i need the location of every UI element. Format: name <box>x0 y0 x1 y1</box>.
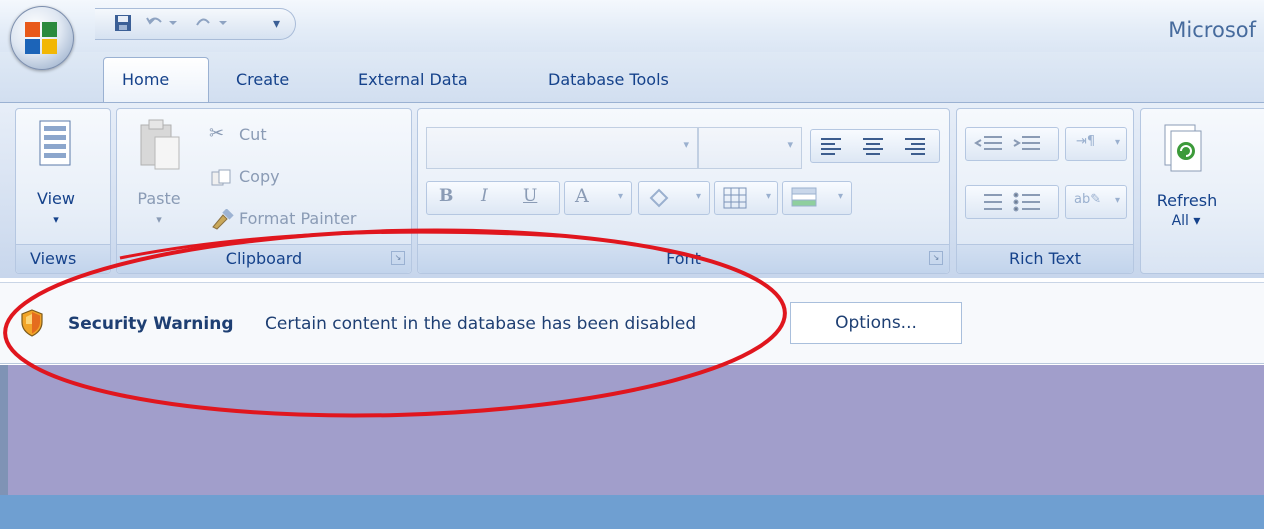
view-icon <box>39 120 71 166</box>
quick-access-toolbar: ▾ <box>95 8 296 40</box>
group-views: View ▾ Views <box>15 108 111 274</box>
refresh-all-dropdown[interactable]: All ▾ <box>1161 213 1211 229</box>
copy-label: Copy <box>239 167 280 186</box>
paste-dropdown-arrow[interactable]: ▾ <box>151 213 167 226</box>
paintbrush-icon <box>212 209 234 230</box>
paint-bucket-icon <box>649 188 669 208</box>
paste-icon <box>140 119 180 170</box>
security-shield-icon <box>21 309 43 337</box>
underline-button[interactable]: U <box>523 186 537 206</box>
security-warning-message: Certain content in the database has been… <box>265 314 697 334</box>
copy-icon <box>211 169 231 186</box>
group-clipboard: Paste ▾ ✂ Cut Copy Format Painter Clipbo… <box>116 108 412 274</box>
tab-create[interactable]: Create <box>236 70 289 89</box>
scissors-icon: ✂ <box>209 123 225 144</box>
paragraph-direction-icon: ⇥¶ <box>1076 134 1096 149</box>
align-right-icon[interactable] <box>905 138 925 155</box>
cut-label: Cut <box>239 125 267 144</box>
bold-button[interactable]: B <box>439 186 453 206</box>
font-name-combobox[interactable]: ▾ <box>426 127 698 169</box>
options-button[interactable]: Options... <box>790 302 962 344</box>
indent-button-group <box>965 127 1059 161</box>
gridlines-button[interactable]: ▾ <box>714 181 778 215</box>
format-painter-button[interactable]: Format Painter <box>209 207 403 231</box>
highlight-dropdown-icon[interactable]: ▾ <box>1115 195 1120 206</box>
highlighter-icon: ab✎ <box>1074 192 1102 207</box>
paste-button[interactable]: Paste <box>135 189 183 208</box>
alternate-fill-dropdown-icon[interactable]: ▾ <box>838 191 843 202</box>
align-center-icon[interactable] <box>863 138 883 155</box>
office-button[interactable] <box>10 6 74 70</box>
font-size-dropdown-icon[interactable]: ▾ <box>787 138 793 151</box>
alignment-button-group <box>810 129 940 163</box>
database-workspace <box>8 365 1264 495</box>
list-button-group <box>965 185 1059 219</box>
clipboard-dialog-launcher-icon[interactable]: ↘ <box>391 251 405 265</box>
decrease-indent-icon[interactable] <box>974 136 1002 150</box>
view-dropdown-arrow[interactable]: ▾ <box>46 213 66 226</box>
text-direction-button[interactable]: ⇥¶ ▾ <box>1065 127 1127 161</box>
tab-home[interactable]: Home <box>122 70 169 89</box>
numbered-list-icon[interactable] <box>984 194 1002 210</box>
office-logo-icon <box>25 22 57 54</box>
increase-indent-icon[interactable] <box>1013 136 1040 150</box>
font-color-icon: A <box>575 185 589 207</box>
font-name-dropdown-icon[interactable]: ▾ <box>683 138 689 151</box>
tab-external-data[interactable]: External Data <box>358 70 468 89</box>
cut-button[interactable]: ✂ Cut <box>209 123 399 147</box>
customize-qat-icon[interactable]: ▾ <box>273 13 280 35</box>
font-dialog-launcher-icon[interactable]: ↘ <box>929 251 943 265</box>
bulleted-list-icon[interactable] <box>1013 192 1041 212</box>
fill-color-dropdown-icon[interactable]: ▾ <box>696 191 701 202</box>
italic-button[interactable]: I <box>481 186 488 206</box>
group-records: Refresh All ▾ <box>1140 108 1264 274</box>
font-color-dropdown-icon[interactable]: ▾ <box>618 191 623 202</box>
redo-icon[interactable] <box>193 13 233 35</box>
font-group-label: Font <box>418 244 949 273</box>
align-left-icon[interactable] <box>821 138 841 155</box>
clipboard-group-label: Clipboard <box>117 244 411 273</box>
views-group-label: Views <box>16 244 110 273</box>
tab-database-tools[interactable]: Database Tools <box>548 70 669 89</box>
highlight-button[interactable]: ab✎ ▾ <box>1065 185 1127 219</box>
rich-text-group-label: Rich Text <box>957 244 1133 273</box>
app-title: Microsof <box>1168 18 1256 42</box>
bold-italic-underline-group: B I U <box>426 181 560 215</box>
font-size-combobox[interactable]: ▾ <box>698 127 802 169</box>
undo-icon[interactable] <box>145 13 179 35</box>
alternate-fill-icon <box>791 187 817 207</box>
gridlines-dropdown-icon[interactable]: ▾ <box>766 191 771 202</box>
group-rich-text: ⇥¶ ▾ ab✎ ▾ Rich Text <box>956 108 1134 274</box>
view-button[interactable]: View <box>34 189 78 208</box>
refresh-button[interactable]: Refresh <box>1147 191 1227 210</box>
format-painter-label: Format Painter <box>239 209 357 228</box>
text-direction-dropdown-icon[interactable]: ▾ <box>1115 137 1120 148</box>
security-warning-title: Security Warning <box>68 314 234 334</box>
navigation-pane-edge <box>0 365 8 495</box>
save-icon[interactable] <box>113 13 133 35</box>
gridlines-icon <box>723 187 747 209</box>
font-color-button[interactable]: A ▾ <box>564 181 632 215</box>
status-bar <box>0 495 1264 529</box>
refresh-all-icon <box>1164 124 1202 172</box>
fill-color-button[interactable]: ▾ <box>638 181 710 215</box>
copy-button[interactable]: Copy <box>209 165 399 189</box>
group-font: ▾ ▾ B I U A ▾ ▾ ▾ ▾ Font ↘ <box>417 108 950 274</box>
alternate-fill-button[interactable]: ▾ <box>782 181 852 215</box>
